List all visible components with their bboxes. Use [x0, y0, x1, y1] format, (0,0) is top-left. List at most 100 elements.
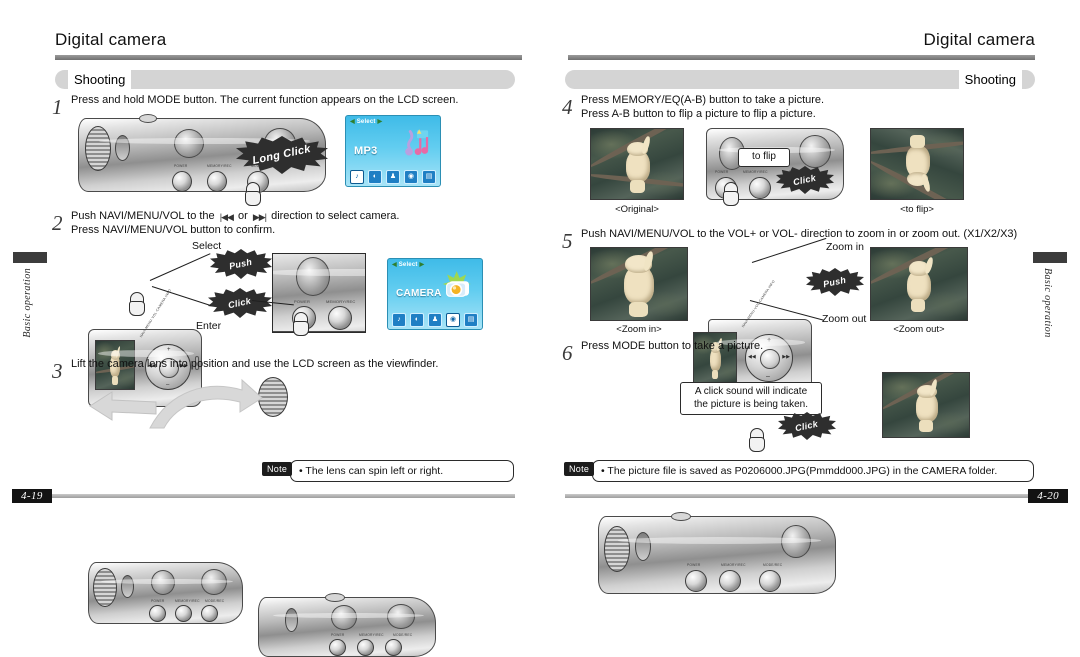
- step3-memory-button[interactable]: [175, 605, 192, 622]
- lcd-mode-bar: ♪ ◐ ♟ ◉ ▤: [346, 168, 440, 186]
- lcd-screen-camera: ◀ Select ▶ CAMERA ♪ ◐ ♟ ◉ ▤: [387, 258, 483, 330]
- step-2-number: 2: [52, 211, 63, 235]
- lcd-select-header-2: ◀ Select ▶: [392, 261, 424, 268]
- callout-click-step4-label: Click: [792, 172, 818, 188]
- step6-speaker: [781, 524, 811, 559]
- side-tab-cap-right: [1033, 252, 1067, 263]
- footer-left: 4-19: [12, 489, 515, 503]
- footer-rule-right: [565, 494, 1029, 498]
- camera-speaker-b2: [201, 569, 227, 596]
- step3b-memory-button[interactable]: [357, 638, 374, 656]
- step6-strap-loop: [671, 512, 691, 521]
- lcd-mode-bar-2: ♪ ◐ ♟ ◉ ▤: [388, 311, 482, 329]
- step6-power-button[interactable]: [685, 570, 707, 593]
- step-5-number: 5: [562, 229, 573, 253]
- camera-lens-dial: [85, 126, 111, 171]
- photo-to-flip: [870, 128, 964, 200]
- lcd-icon-music-note-2[interactable]: ♪: [392, 313, 406, 327]
- header-rule: [55, 55, 522, 60]
- closeup-memory-button[interactable]: [328, 305, 352, 330]
- closeup-speaker: [296, 257, 330, 296]
- step3b-label-power: POWER: [331, 632, 345, 637]
- memory-button[interactable]: [207, 170, 227, 192]
- device-label-power: POWER: [174, 163, 188, 168]
- note-text-right: • The picture file is saved as P0206000.…: [601, 465, 998, 477]
- camera-lens-folded: [93, 567, 117, 608]
- camera-speaker-c2: [387, 603, 415, 630]
- camera-device-step2-closeup: POWER MEMORY/REC MODE/REC: [272, 253, 366, 333]
- callout-push-label: Push: [228, 256, 254, 272]
- step6-label-memory: MEMORY/REC: [721, 562, 746, 567]
- page-title-right: Digital camera: [923, 30, 1035, 49]
- side-tab-cap-left: [13, 252, 47, 263]
- step6-memory-button[interactable]: [719, 570, 741, 593]
- page-number-right: 4-20: [1028, 489, 1068, 503]
- step4-memory-button[interactable]: [749, 176, 771, 199]
- hand-cursor-step4: [722, 182, 739, 206]
- photo-zoomout-dog: [907, 261, 931, 312]
- note-tag-right: Note: [564, 462, 595, 476]
- step3b-mode-button[interactable]: [385, 638, 402, 656]
- lcd-icon-voice-recorder[interactable]: ♟: [386, 170, 400, 184]
- lcd-select-label: Select: [356, 119, 376, 125]
- lcd-mode-label: MP3: [354, 145, 378, 158]
- hand-cursor-step2-closeup: [292, 312, 309, 336]
- zoom-out-minus-icon: –: [766, 373, 770, 380]
- lcd-icon-radio[interactable]: ◐: [368, 170, 382, 184]
- camera-speaker-left: [174, 129, 204, 158]
- fast-forward-icon: ▶▶|: [252, 212, 267, 222]
- step-6-line-1: Press MODE button to take a picture.: [581, 340, 764, 352]
- vol-up-icon: +: [167, 347, 171, 353]
- step6-mode-button[interactable]: [759, 570, 781, 593]
- rotate-arrow-right: [146, 378, 264, 435]
- lcd-icon-text-viewer-2[interactable]: ▤: [464, 313, 478, 327]
- step-1-line-1: Press and hold MODE button. The current …: [71, 94, 459, 106]
- step3-mode-button[interactable]: [201, 605, 218, 622]
- caption-zoom-out: <Zoom out>: [893, 324, 945, 335]
- callout-click-step6-label: Click: [794, 418, 820, 434]
- chevron-left-icon-2: ◀: [392, 262, 397, 268]
- note-tag-left: Note: [262, 462, 293, 476]
- rewind-icon: |◀◀: [219, 212, 234, 222]
- camera-device-step6: POWER MEMORY/REC MODE/REC: [598, 512, 836, 594]
- side-tab-left: Basic operation: [13, 252, 47, 338]
- step6-label-power: POWER: [687, 562, 701, 567]
- callout-push-step5: Push: [806, 268, 864, 296]
- step6-lens-dial: [604, 526, 630, 572]
- hand-cursor-step1: [244, 182, 261, 206]
- step6-viewfinder: [635, 532, 651, 562]
- camera-viewfinder-b: [121, 575, 134, 598]
- step3-power-button[interactable]: [149, 605, 166, 622]
- power-button[interactable]: [172, 170, 192, 192]
- step3-label-memory: MEMORY/REC: [175, 599, 200, 603]
- step-4: 4 Press MEMORY/EQ(A-B) button to take a …: [562, 94, 1052, 122]
- speech-bubble-click-sound: A click sound will indicate the picture …: [680, 382, 822, 415]
- step3b-power-button[interactable]: [329, 638, 346, 656]
- right-page-header: Digital camera: [540, 30, 1080, 60]
- lcd-icon-camera[interactable]: ◉: [404, 170, 418, 184]
- callout-click-step6: Click: [778, 412, 836, 440]
- callout-push-step5-label: Push: [822, 274, 848, 290]
- step-6-number: 6: [562, 341, 573, 365]
- section-label: Shooting: [68, 70, 132, 89]
- note-box-left: Note • The lens can spin left or right.: [262, 460, 514, 482]
- page-title: Digital camera: [55, 30, 167, 49]
- camera-body-closeup: POWER MEMORY/REC MODE/REC: [273, 254, 365, 332]
- lcd-icon-camera-2[interactable]: ◉: [446, 313, 460, 327]
- lcd-screen-mp3: ◀ Select ▶ MP3 ♪ ◐ ♟ ◉ ▤: [345, 115, 441, 187]
- lcd-icon-music-note[interactable]: ♪: [350, 170, 364, 184]
- chevron-left-icon: ◀: [350, 119, 355, 125]
- closeup-label-memory: MEMORY/REC: [326, 299, 356, 305]
- step3b-strap-loop: [325, 593, 345, 602]
- camera-viewfinder: [115, 134, 130, 161]
- lcd-icon-radio-2[interactable]: ◐: [410, 313, 424, 327]
- step-2: 2 Push NAVI/MENU/VOL to the |◀◀ or ▶▶| d…: [52, 210, 522, 238]
- camera-strap-loop: [139, 114, 157, 123]
- photo-result-step6: [882, 372, 970, 438]
- camera-device-step3-before: POWER MEMORY/REC MODE/REC: [88, 562, 243, 624]
- caption-to-flip: <to flip>: [900, 204, 934, 215]
- lcd-icon-text-viewer[interactable]: ▤: [422, 170, 436, 184]
- lcd-icon-voice-recorder-2[interactable]: ♟: [428, 313, 442, 327]
- label-select: Select: [192, 240, 222, 252]
- header-rule-right: [568, 55, 1035, 60]
